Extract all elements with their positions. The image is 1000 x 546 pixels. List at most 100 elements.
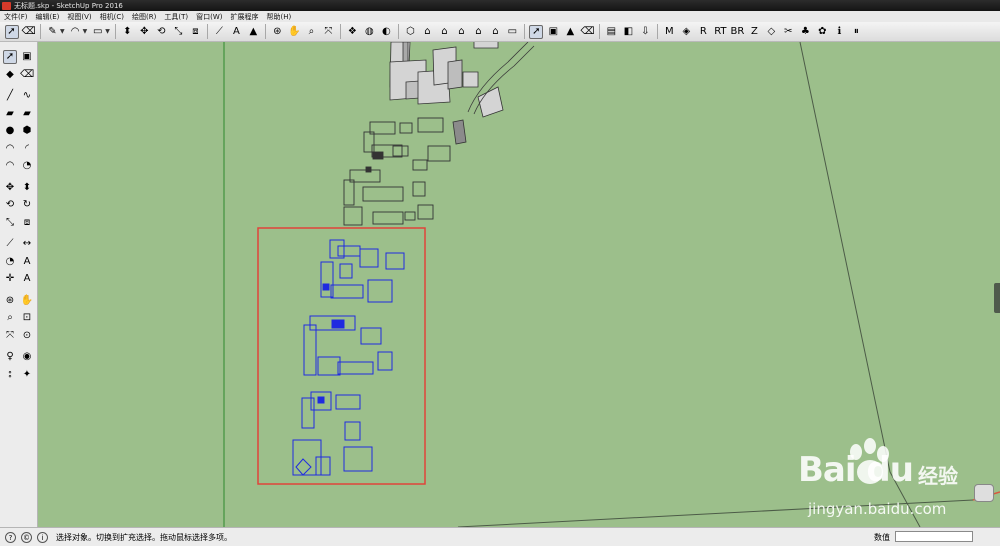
rectangle-icon[interactable]: ▭ bbox=[91, 25, 105, 39]
paint-bucket-tool-icon[interactable]: ◆ bbox=[3, 67, 17, 81]
select-icon-2[interactable]: ➚ bbox=[529, 24, 544, 39]
credits-icon[interactable]: © bbox=[21, 531, 32, 543]
text-icon[interactable]: A bbox=[229, 25, 243, 39]
pan-tool-icon[interactable]: ✋ bbox=[20, 293, 34, 307]
menu-item[interactable]: 编辑(E) bbox=[32, 12, 64, 22]
axes-tool-icon[interactable]: ✛ bbox=[3, 272, 17, 286]
menu-item[interactable]: 帮助(H) bbox=[262, 12, 295, 22]
import-icon[interactable]: ⇩ bbox=[638, 25, 652, 39]
plugin-z-icon[interactable]: Z bbox=[747, 25, 761, 39]
plugin-tree-icon[interactable]: ♣ bbox=[798, 25, 812, 39]
two-point-arc-tool-icon[interactable]: ◜ bbox=[20, 141, 34, 155]
eraser-tool-icon[interactable]: ⌫ bbox=[20, 67, 34, 81]
right-view-icon[interactable]: ⌂ bbox=[454, 25, 468, 39]
plugin-r-icon[interactable]: R bbox=[696, 25, 710, 39]
line-tool-icon[interactable]: ╱ bbox=[3, 89, 17, 103]
position-camera-tool-icon[interactable]: ♀ bbox=[3, 350, 17, 364]
navigation-widget[interactable] bbox=[974, 484, 994, 502]
zoom-extents-tool-icon[interactable]: ⤧ bbox=[3, 328, 17, 342]
protractor-tool-icon[interactable]: ◔ bbox=[3, 254, 17, 268]
make-component-tool-icon[interactable]: ▣ bbox=[20, 50, 34, 64]
plugin-pause-icon[interactable]: ⏸ bbox=[849, 25, 863, 39]
dropdown-arrow-icon[interactable]: ▼ bbox=[83, 28, 88, 35]
move-icon[interactable]: ✥ bbox=[137, 25, 151, 39]
make-component-icon[interactable]: ▣ bbox=[546, 25, 560, 39]
tray-collapse-tab[interactable] bbox=[994, 283, 1000, 313]
scale-tool-icon[interactable]: ⤡ bbox=[3, 215, 17, 229]
scale-icon[interactable]: ⤡ bbox=[171, 25, 185, 39]
menu-item[interactable]: 相机(C) bbox=[96, 12, 128, 22]
arc-tool-icon[interactable]: ◠ bbox=[3, 141, 17, 155]
circle-tool-icon[interactable]: ● bbox=[3, 124, 17, 138]
text-tool-icon[interactable]: A bbox=[20, 254, 34, 268]
follow-me-tool-icon[interactable]: ↻ bbox=[20, 198, 34, 212]
paint-icon-2[interactable]: ▲ bbox=[563, 25, 577, 39]
orbit-icon[interactable]: ⊛ bbox=[270, 25, 284, 39]
pencil-icon[interactable]: ✎ bbox=[46, 25, 60, 39]
eraser-icon-2[interactable]: ⌫ bbox=[580, 25, 594, 39]
eraser-icon[interactable]: ⌫ bbox=[21, 25, 35, 39]
zoom-icon[interactable]: ⌕ bbox=[304, 25, 318, 39]
layers-icon[interactable]: ▤ bbox=[604, 25, 618, 39]
3d-text-tool-icon[interactable]: A bbox=[20, 272, 34, 286]
pie-tool-icon[interactable]: ◔ bbox=[20, 159, 34, 173]
push-pull-icon[interactable]: ⬍ bbox=[120, 25, 134, 39]
dropdown-arrow-icon[interactable]: ▼ bbox=[60, 28, 65, 35]
select-icon[interactable]: ➚ bbox=[4, 24, 19, 39]
freehand-tool-icon[interactable]: ∿ bbox=[20, 89, 34, 103]
polygon-tool-icon[interactable]: ⬢ bbox=[20, 124, 34, 138]
plugin-label-icon[interactable]: ◇ bbox=[764, 25, 778, 39]
tape-measure-icon[interactable]: ⟋ bbox=[212, 25, 226, 39]
left-view-icon[interactable]: ⌂ bbox=[488, 25, 502, 39]
pan-icon[interactable]: ✋ bbox=[287, 25, 301, 39]
bottom-view-icon[interactable]: ▭ bbox=[505, 25, 519, 39]
look-around-tool-icon[interactable]: ◉ bbox=[20, 350, 34, 364]
measurements-input[interactable] bbox=[895, 531, 973, 542]
styles-icon[interactable]: ◍ bbox=[362, 25, 376, 39]
iso-view-icon[interactable]: ⬡ bbox=[403, 25, 417, 39]
menu-item[interactable]: 工具(T) bbox=[160, 12, 192, 22]
back-view-icon[interactable]: ⌂ bbox=[471, 25, 485, 39]
menu-item[interactable]: 扩展程序 bbox=[226, 12, 262, 22]
menu-item[interactable]: 文件(F) bbox=[0, 12, 32, 22]
plugin-flower-icon[interactable]: ✿ bbox=[815, 25, 829, 39]
menu-item[interactable]: 窗口(W) bbox=[192, 12, 226, 22]
plugin-tool-icon[interactable]: ✂ bbox=[781, 25, 795, 39]
three-point-arc-tool-icon[interactable]: ◠ bbox=[3, 159, 17, 173]
menu-item[interactable]: 绘图(R) bbox=[128, 12, 160, 22]
top-view-icon[interactable]: ⌂ bbox=[420, 25, 434, 39]
plugin-m-icon[interactable]: M bbox=[662, 25, 676, 39]
plugin-info-icon[interactable]: ℹ bbox=[832, 25, 846, 39]
rotate-tool-icon[interactable]: ⟲ bbox=[3, 198, 17, 212]
section-plane-icon[interactable]: ◧ bbox=[621, 25, 635, 39]
paint-bucket-icon[interactable]: ▲ bbox=[246, 25, 260, 39]
orbit-tool-icon[interactable]: ⊛ bbox=[3, 293, 17, 307]
rectangle-tool-icon[interactable]: ▰ bbox=[3, 106, 17, 120]
plugin-rt-icon[interactable]: RT bbox=[713, 25, 727, 39]
walk-tool-icon[interactable]: ⦂ bbox=[3, 367, 17, 381]
zoom-tool-icon[interactable]: ⌕ bbox=[3, 311, 17, 325]
drawing-viewport[interactable]: Bai du 经验 jingyan.baidu.com bbox=[38, 42, 1000, 527]
dimension-tool-icon[interactable]: ↔ bbox=[20, 237, 34, 251]
components-icon[interactable]: ❖ bbox=[345, 25, 359, 39]
offset-tool-icon[interactable]: ⧈ bbox=[20, 215, 34, 229]
offset-icon[interactable]: ⧈ bbox=[188, 25, 202, 39]
zoom-extents-icon[interactable]: ⤧ bbox=[321, 25, 335, 39]
menu-item[interactable]: 视图(V) bbox=[63, 12, 95, 22]
rotated-rectangle-tool-icon[interactable]: ▰ bbox=[20, 106, 34, 120]
arc-icon[interactable]: ◠ bbox=[68, 25, 82, 39]
zoom-window-tool-icon[interactable]: ⊡ bbox=[20, 311, 34, 325]
dropdown-arrow-icon[interactable]: ▼ bbox=[105, 28, 110, 35]
select-tool-icon[interactable]: ➚ bbox=[3, 49, 17, 64]
tape-measure-tool-icon[interactable]: ⟋ bbox=[3, 237, 17, 251]
plugin-tag-icon[interactable]: ◈ bbox=[679, 25, 693, 39]
move-tool-icon[interactable]: ✥ bbox=[3, 180, 17, 194]
instructor-icon[interactable]: i bbox=[37, 531, 48, 543]
geo-location-icon[interactable]: ? bbox=[5, 531, 16, 543]
push-pull-tool-icon[interactable]: ⬍ bbox=[20, 180, 34, 194]
previous-view-tool-icon[interactable]: ⊙ bbox=[20, 328, 34, 342]
shadows-icon[interactable]: ◐ bbox=[379, 25, 393, 39]
front-view-icon[interactable]: ⌂ bbox=[437, 25, 451, 39]
plugin-br-icon[interactable]: BR bbox=[730, 25, 744, 39]
rotate-icon[interactable]: ⟲ bbox=[154, 25, 168, 39]
